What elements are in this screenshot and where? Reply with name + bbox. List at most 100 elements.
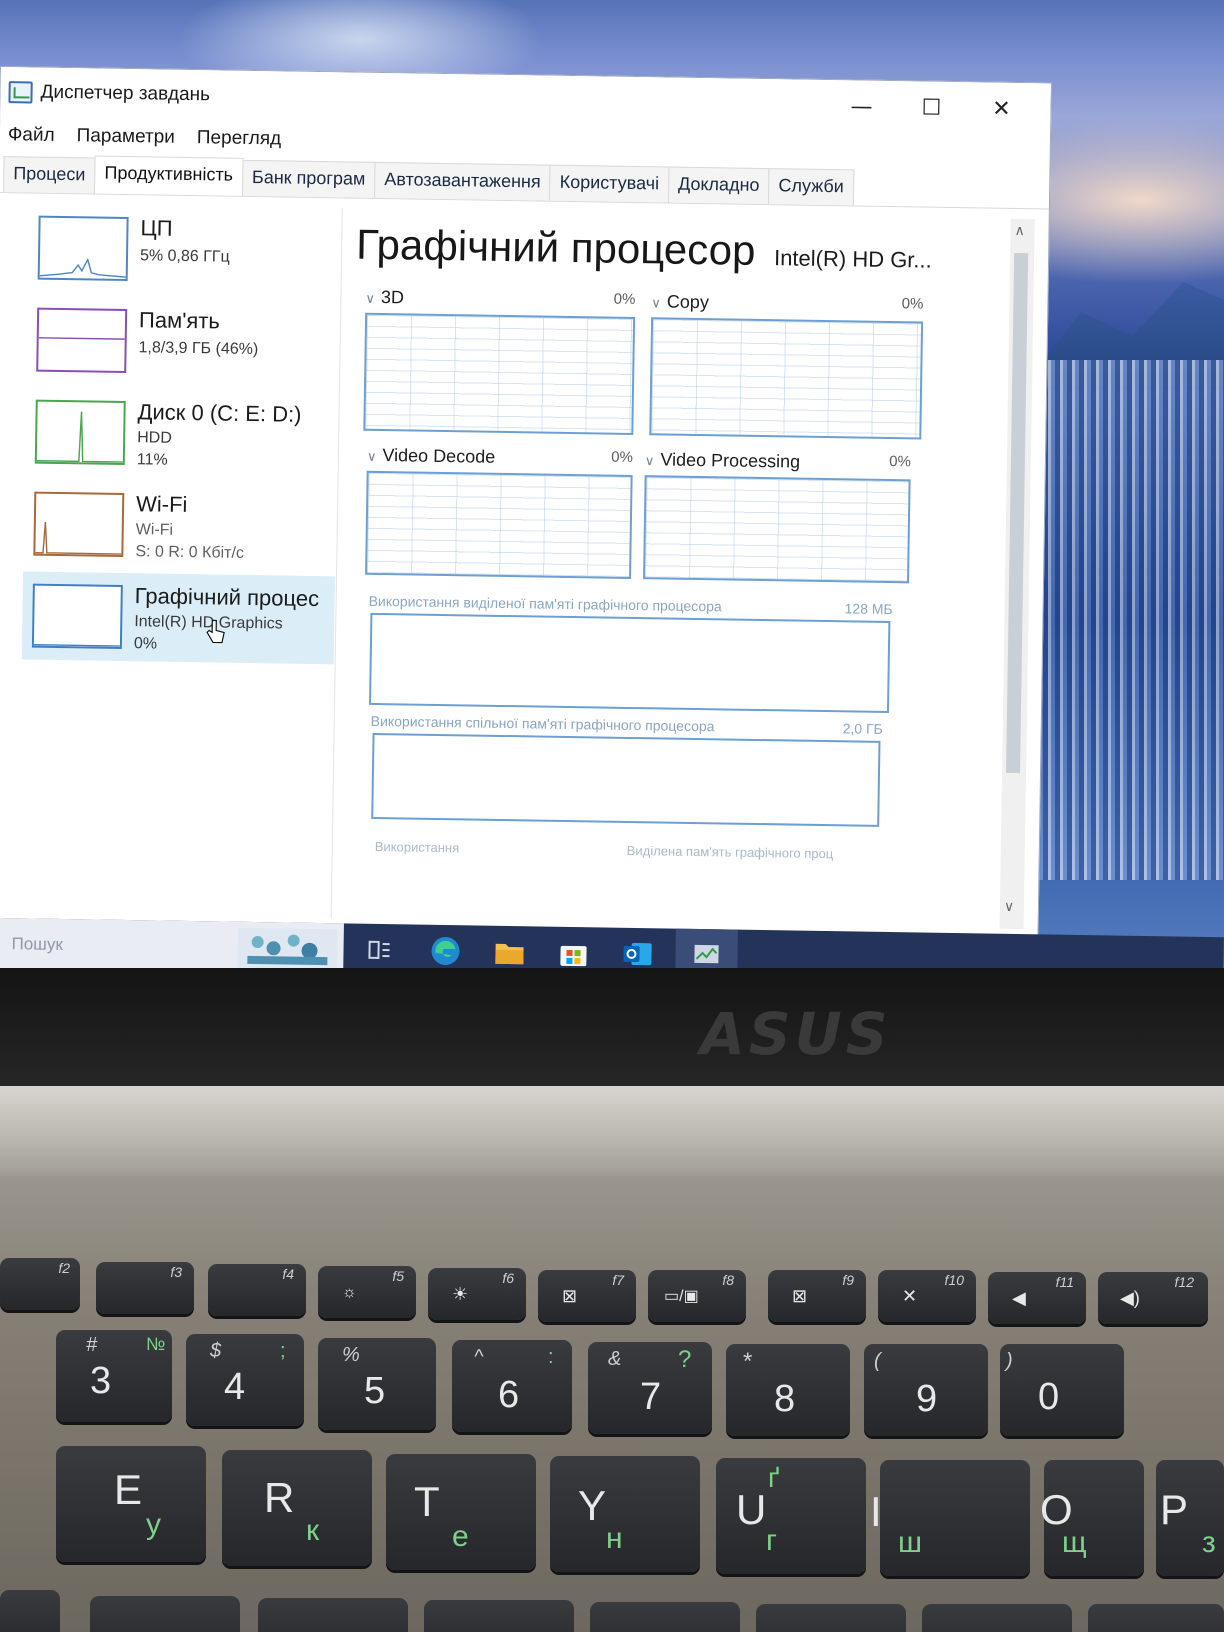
memory-label: Пам'ять [138,307,221,334]
key-f9[interactable]: f9 ⊠ [768,1270,866,1322]
key-e[interactable]: E у [56,1446,206,1562]
sidebar-item-gpu[interactable]: Графічний процес Intel(R) HD Graphics 0% [21,571,336,665]
key-5[interactable]: 5 % [318,1338,436,1430]
engine-video-processing-chart [643,475,911,584]
sidebar-item-cpu[interactable]: ЦП 5% 0,86 ГГц [27,203,328,296]
engine-copy-percent: 0% [901,295,924,313]
search-box[interactable]: Пошук [0,918,344,976]
key-4[interactable]: 4 $ ; [186,1334,304,1426]
scroll-up-icon[interactable]: ∧ [1014,223,1025,239]
key-p[interactable]: P з [1156,1460,1224,1576]
task-manager-icon [8,81,33,104]
key-partial-f[interactable] [590,1602,740,1632]
key-6[interactable]: 6 ^ : [452,1340,572,1432]
dedicated-summary-label: Виділена пам'ять графічного проц [626,842,834,862]
scroll-down-icon[interactable]: ∨ [1004,899,1015,915]
key-7[interactable]: 7 & ? [588,1342,712,1434]
projector-icon: ▭/▣ [664,1288,699,1305]
window-title: Диспетчер завдань [40,81,211,106]
key-f6[interactable]: f6 ☀ [428,1268,526,1320]
key-f8[interactable]: f8 ▭/▣ [648,1270,746,1322]
key-i[interactable]: I ш [870,1460,1030,1576]
engine-3d-graph: ∨ 3D 0% [363,287,636,435]
tab-startup[interactable]: Автозавантаження [374,161,551,201]
chevron-down-icon: ∨ [366,448,377,464]
key-partial-a[interactable] [90,1596,240,1632]
tab-users[interactable]: Користувачі [549,164,670,203]
memory-sparkline [36,307,128,374]
key-partial-s[interactable] [258,1598,408,1632]
memory-usage: 1,8/3,9 ГБ (46%) [138,339,259,359]
maximize-button[interactable]: ☐ [896,87,967,128]
laptop-bezel [0,968,1224,1088]
window-controls: — ☐ ✕ [826,86,1037,129]
key-3[interactable]: 3 # № [56,1330,172,1422]
store-icon[interactable] [555,935,592,972]
key-9[interactable]: 9 ( [864,1344,988,1436]
vertical-scrollbar[interactable]: ∧ ∨ [999,218,1035,930]
tab-services[interactable]: Служби [768,168,855,206]
gpu-usage: 0% [133,635,158,653]
edge-icon[interactable] [427,933,464,970]
wifi-throughput: S: 0 R: 0 Кбіт/с [135,543,245,562]
key-r[interactable]: R к [222,1450,372,1566]
close-button[interactable]: ✕ [966,88,1037,129]
engine-copy-chart [649,317,924,440]
wifi-sparkline [33,491,125,557]
sidebar-item-disk[interactable]: Диск 0 (C: E: D:) HDD 11% [25,387,326,480]
engine-video-decode-label[interactable]: ∨ Video Decode [367,445,496,468]
key-partial-h[interactable] [922,1604,1072,1632]
engine-3d-label[interactable]: ∨ 3D [365,287,404,309]
tab-details[interactable]: Докладно [667,166,770,205]
key-f3[interactable]: f3 [96,1262,194,1314]
tab-performance[interactable]: Продуктивність [94,155,244,196]
key-f10[interactable]: f10 ✕ [878,1270,976,1322]
menu-file[interactable]: Файл [8,124,55,147]
outlook-icon[interactable] [619,936,656,973]
menu-options[interactable]: Параметри [76,125,175,149]
sidebar-item-memory[interactable]: Пам'ять 1,8/3,9 ГБ (46%) [26,295,327,388]
wifi-label: Wi-Fi [135,491,188,517]
engine-copy-label[interactable]: ∨ Copy [651,291,709,313]
key-f7[interactable]: f7 ⊠ [538,1270,636,1322]
key-t[interactable]: T е [386,1454,536,1570]
key-f5[interactable]: f5 ☼ [318,1266,416,1318]
disk-type: HDD [137,429,172,447]
key-y[interactable]: Y н [550,1456,700,1572]
key-f4[interactable]: f4 [208,1264,306,1316]
touchpad-toggle-icon: ⊠ [792,1286,808,1306]
engine-video-processing-label[interactable]: ∨ Video Processing [645,449,801,472]
tab-processes[interactable]: Процеси [3,156,96,194]
key-f12[interactable]: f12 ◀) [1098,1272,1208,1324]
mute-icon: ✕ [902,1286,918,1306]
key-partial-g[interactable] [756,1604,906,1632]
key-u[interactable]: U ґ г [716,1458,866,1574]
chevron-down-icon: ∨ [365,290,376,306]
search-placeholder: Пошук [11,934,63,954]
minimize-button[interactable]: — [826,86,897,127]
tab-app-history[interactable]: Банк програм [241,159,376,198]
shared-memory-label: Використання спільної пам'яті графічного… [370,712,715,735]
chevron-down-icon: ∨ [644,453,655,469]
key-partial-left[interactable] [0,1590,60,1632]
key-0[interactable]: 0 ) [1000,1344,1124,1436]
key-partial-d[interactable] [424,1600,574,1632]
menu-view[interactable]: Перегляд [197,127,282,150]
key-o[interactable]: O щ [1040,1460,1144,1576]
key-8[interactable]: 8 * [726,1344,850,1436]
task-view-icon[interactable] [361,932,398,969]
key-f11[interactable]: f11 ◀ [988,1272,1086,1324]
dedicated-memory-chart [369,612,891,714]
engine-video-processing-graph: ∨ Video Processing 0% [643,449,911,584]
sidebar-item-wifi[interactable]: Wi-Fi Wi-Fi S: 0 R: 0 Кбіт/с [23,479,324,572]
cpu-usage: 5% 0,86 ГГц [139,247,230,266]
key-partial-j[interactable] [1088,1604,1224,1632]
shared-memory-value: 2,0 ГБ [842,720,883,737]
task-manager-window: Диспетчер завдань — ☐ ✕ Файл Параметри П… [0,66,1052,939]
gpu-device-name: Intel(R) HD Gr... [773,245,932,273]
key-f2[interactable]: f2 [0,1258,80,1310]
scroll-thumb[interactable] [1006,252,1029,774]
usage-summary-label: Використання [374,838,460,856]
file-explorer-icon[interactable] [491,934,528,971]
brightness-up-icon: ☀ [452,1284,469,1304]
